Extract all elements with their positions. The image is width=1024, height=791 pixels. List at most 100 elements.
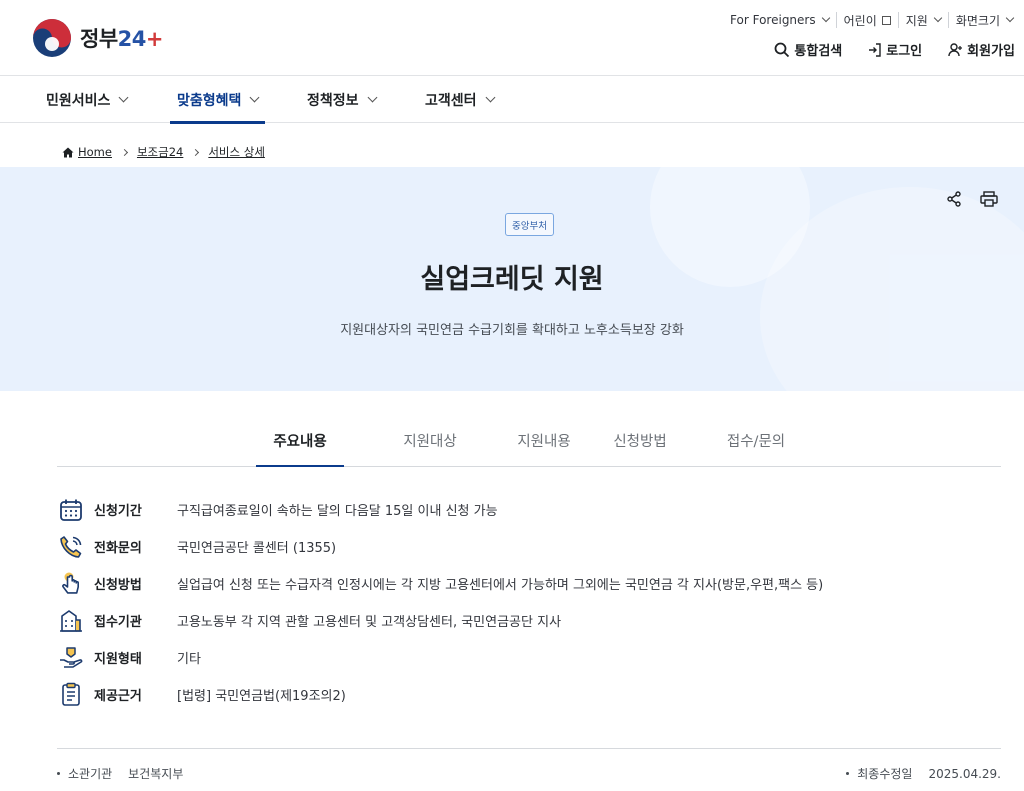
info-label: 제공근거 [94,689,142,704]
header-actions: 통합검색 로그인 회원가입 [748,40,1015,59]
main-nav: 민원서비스 맞춤형혜택 정책정보 고객센터 [0,75,1024,124]
utility-label: 지원 [905,13,928,28]
page-title: 실업크레딧 지원 [420,264,604,295]
chevron-right-icon [120,148,129,156]
tab-target[interactable]: 지원대상 [373,414,487,466]
bullet-icon [846,772,850,775]
nav-label: 정책정보 [307,92,359,109]
search-button[interactable]: 통합검색 [774,40,842,59]
login-icon [869,42,881,57]
nav-label: 고객센터 [425,92,477,109]
tab-contact[interactable]: 접수/문의 [699,414,813,466]
agency-type-badge: 중앙부처 [505,213,554,236]
tab-label: 지원내용 [517,433,571,450]
info-value: [법령] 국민연금법(제19조의2) [177,689,346,704]
service-hero: 중앙부처 실업크레딧 지원 지원대상자의 국민연금 수급기회를 확대하고 노후소… [0,167,1024,391]
utility-support[interactable]: 지원 [897,12,948,28]
info-label: 신청방법 [94,578,142,593]
service-meta: 소관기관 보건복지부 최종수정일 2025.04.29. [57,748,1001,791]
document-list-icon [62,682,80,706]
chevron-down-icon [485,92,495,103]
bullet-icon [57,772,60,775]
building-icon [60,609,82,632]
nav-civil-service[interactable]: 민원서비스 [46,76,129,123]
agency-value: 보건복지부 [128,767,184,781]
utility-font-size[interactable]: 화면크기 [947,12,1020,28]
agency-label: 소관기관 [68,767,113,781]
utility-label: For Foreigners [730,13,816,27]
utility-menu: For Foreigners 어린이 지원 화면크기 [723,12,1020,28]
utility-kids[interactable]: 어린이 [835,12,898,28]
nav-policy-info[interactable]: 정책정보 [307,76,377,123]
list-item: 지원형태 기타 [57,639,1001,676]
login-label: 로그인 [886,44,923,59]
info-label: 지원형태 [94,652,142,667]
search-label: 통합검색 [794,44,843,59]
tab-apply-method[interactable]: 신청방법 [583,414,697,466]
updated-info: 최종수정일 2025.04.29. [846,765,1001,782]
touch-hand-icon [62,572,79,594]
list-item: 접수기관 고용노동부 각 지역 관할 고용센터 및 고객상담센터, 국민연금공단… [57,602,1001,639]
nav-customer-center[interactable]: 고객센터 [425,76,495,123]
info-label: 전화문의 [94,541,142,556]
calendar-icon [60,499,82,521]
site-logo[interactable]: 정부24+ [32,18,164,58]
list-item: 신청방법 실업급여 신청 또는 수급자격 인정시에는 각 지방 고용센터에서 가… [57,565,1001,602]
content-tabs: 주요내용 지원대상 지원내용 신청방법 접수/문의 [57,414,1001,467]
chevron-down-icon [118,92,129,103]
list-item: 신청기간 구직급여종료일이 속하는 달의 다음달 15일 이내 신청 가능 [57,491,1001,528]
phone-icon [60,535,82,558]
chevron-down-icon [249,92,260,103]
breadcrumb-subsidy24[interactable]: 보조금24 [137,144,183,160]
site-header: 정부24+ For Foreigners 어린이 지원 화면크기 통합검색 로그… [0,0,1024,75]
list-item: 전화문의 국민연금공단 콜센터 (1355) [57,528,1001,565]
chevron-down-icon [367,92,377,103]
chevron-right-icon [192,148,200,156]
breadcrumb: Home 보조금24 서비스 상세 [62,144,265,160]
agency-info: 소관기관 보건복지부 [57,765,183,782]
info-value: 국민연금공단 콜센터 (1355) [177,541,337,556]
list-item: 제공근거 [법령] 국민연금법(제19조의2) [57,676,1001,713]
taegeuk-logo-icon [33,19,71,57]
print-icon [980,191,998,207]
info-label: 접수기관 [94,615,142,630]
login-button[interactable]: 로그인 [868,40,922,59]
print-button[interactable] [980,191,998,211]
tab-label: 지원대상 [403,433,457,450]
home-icon [62,147,74,157]
signup-button[interactable]: 회원가입 [948,40,1015,59]
chevron-down-icon [933,13,943,23]
utility-label: 화면크기 [955,13,1000,28]
share-icon [947,191,961,207]
logo-text-num2: 4 [131,27,147,51]
updated-label: 최종수정일 [857,767,913,781]
chevron-down-icon [1005,13,1015,23]
page-subtitle: 지원대상자의 국민연금 수급기회를 확대하고 노후소득보장 강화 [340,323,684,338]
info-label: 신청기간 [94,504,142,519]
search-icon [775,42,790,57]
signup-label: 회원가입 [967,44,1015,59]
utility-label: 어린이 [843,13,877,28]
chevron-down-icon [821,13,830,23]
nav-custom-benefits[interactable]: 맞춤형혜택 [170,76,266,124]
breadcrumb-service-detail[interactable]: 서비스 상세 [208,144,265,160]
external-link-icon [881,15,891,25]
support-hand-icon [60,646,83,668]
logo-text-num: 2 [117,27,133,51]
share-button[interactable] [946,191,962,211]
info-value: 고용노동부 각 지역 관할 고용센터 및 고객상담센터, 국민연금공단 지사 [177,615,562,630]
info-value: 실업급여 신청 또는 수급자격 인정시에는 각 지방 고용센터에서 가능하며 그… [177,578,824,593]
tab-label: 신청방법 [613,433,667,450]
nav-label: 맞춤형혜택 [177,92,242,109]
user-add-icon [948,42,963,56]
tab-main-content[interactable]: 주요내용 [256,414,344,467]
hero-tools [928,191,998,211]
info-value: 기타 [177,652,201,667]
logo-plus-icon: + [145,27,164,51]
breadcrumb-home[interactable]: Home [78,145,112,159]
logo-text-main: 정부 [80,27,118,51]
updated-value: 2025.04.29. [928,766,1001,781]
service-summary-list: 신청기간 구직급여종료일이 속하는 달의 다음달 15일 이내 신청 가능 전화… [57,491,1001,713]
utility-for-foreigners[interactable]: For Foreigners [723,12,836,28]
tab-label: 접수/문의 [726,433,786,450]
